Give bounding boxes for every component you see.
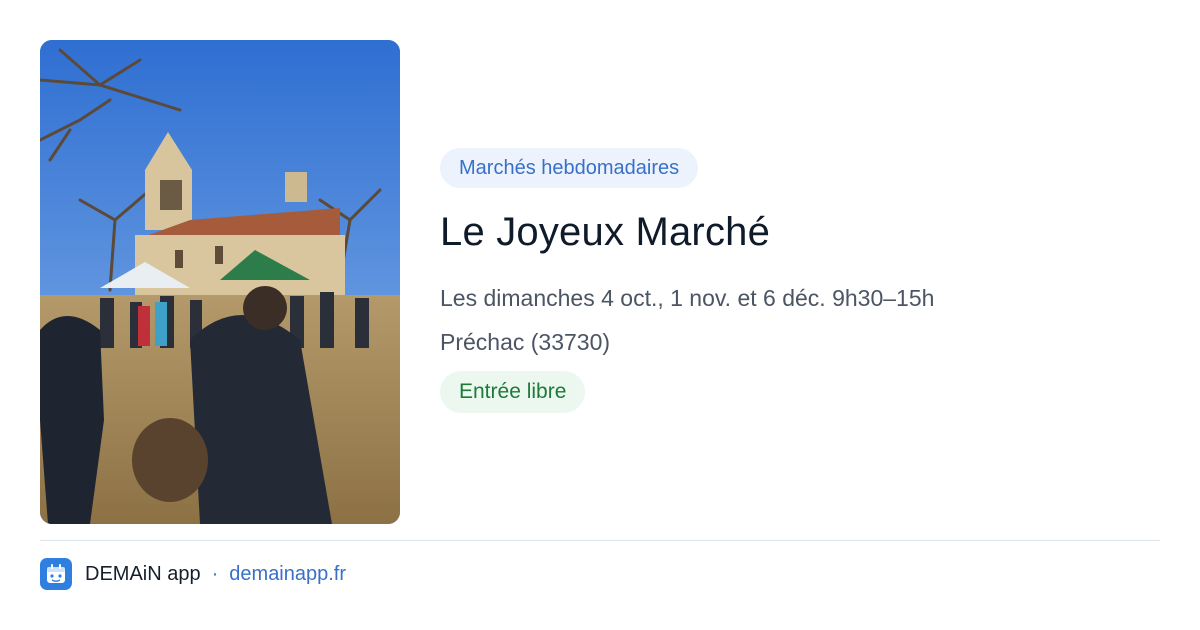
footer-divider <box>40 540 1160 541</box>
footer: DEMAiN app · demainapp.fr <box>40 558 346 590</box>
event-title: Le Joyeux Marché <box>440 210 771 254</box>
event-location: Préchac (33730) <box>440 329 611 355</box>
event-photo <box>40 40 400 524</box>
demain-app-icon <box>40 558 72 590</box>
event-details: Marchés hebdomadaires Le Joyeux Marché L… <box>440 148 1160 413</box>
event-dates: Les dimanches 4 oct., 1 nov. et 6 déc. 9… <box>440 285 935 311</box>
footer-separator: · <box>211 562 219 585</box>
app-website-link[interactable]: demainapp.fr <box>229 563 346 586</box>
entry-price-badge: Entrée libre <box>440 371 586 413</box>
app-name: DEMAiN app <box>85 562 201 585</box>
category-chip[interactable]: Marchés hebdomadaires <box>440 148 699 188</box>
